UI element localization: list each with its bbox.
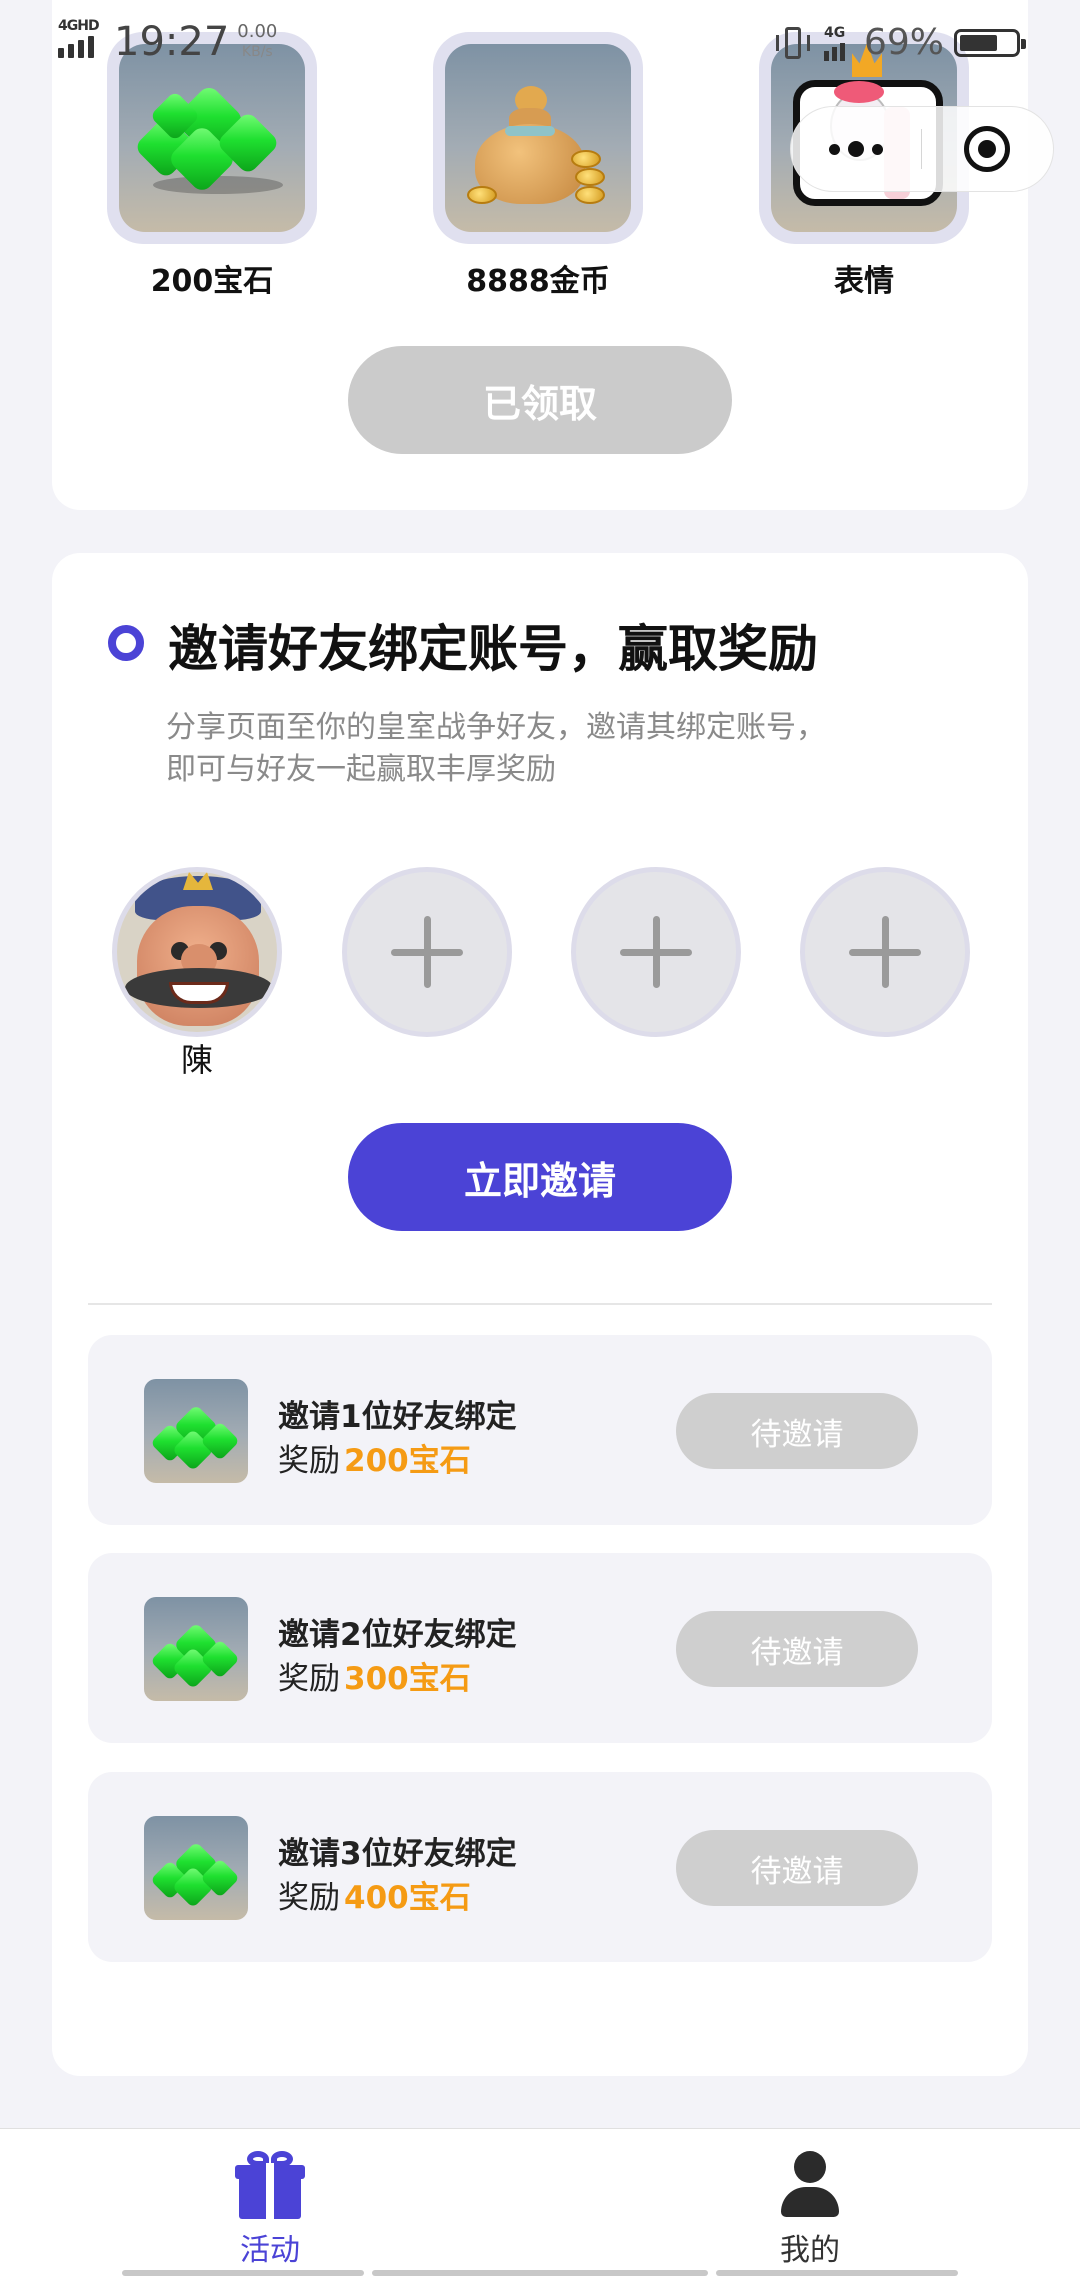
pending-invite-button[interactable]: 待邀请 [676,1611,918,1687]
reward-tier: 邀请2位好友绑定 奖励 300宝石 待邀请 [88,1553,992,1743]
tier-reward: 奖励 400宝石 [278,1872,471,1917]
invite-description-line: 分享页面至你的皇室战争好友，邀请其绑定账号， [166,710,826,745]
tab-label: 我的 [780,2233,840,2268]
tier-reward-amount: 200宝石 [344,1443,471,1479]
add-friend-slot[interactable] [800,867,970,1037]
bottom-tab-bar: 活动 我的 [0,2128,1080,2280]
tier-title: 邀请1位好友绑定 [278,1399,517,1435]
tier-reward: 奖励 200宝石 [278,1435,471,1480]
reward-label: 表情 [834,264,894,299]
plus-icon [620,916,692,988]
invite-now-button[interactable]: 立即邀请 [348,1123,732,1231]
tier-reward-prefix: 奖励 [278,1443,340,1479]
invite-description-line: 即可与好友一起赢取丰厚奖励 [166,752,556,787]
more-options-button[interactable] [791,107,921,191]
mobile-data-icon: 4G [820,25,854,61]
speed-value: 0.00 [237,21,278,42]
vibrate-icon [775,25,810,61]
tab-mine[interactable]: 我的 [540,2129,1080,2280]
invite-card: 邀请好友绑定账号，赢取奖励 分享页面至你的皇室战争好友，邀请其绑定账号， 即可与… [52,553,1028,2076]
gift-icon [235,2151,305,2219]
battery-icon [954,28,1026,57]
gesture-indicator [716,2270,958,2276]
plus-icon [849,916,921,988]
gesture-indicator [122,2270,364,2276]
gems-icon [144,1597,248,1701]
network-type: 4GHD [58,18,100,34]
claimed-button[interactable]: 已领取 [348,346,732,454]
tier-reward-amount: 300宝石 [344,1661,471,1697]
bullet-ring-icon [108,625,144,661]
reward-label: 200宝石 [150,264,274,299]
gesture-indicator [372,2270,708,2276]
divider [88,1303,992,1305]
tab-label: 活动 [240,2233,300,2268]
mini-program-capsule [790,106,1054,192]
reward-tier: 邀请3位好友绑定 奖励 400宝石 待邀请 [88,1772,992,1962]
tier-reward: 奖励 300宝石 [278,1653,471,1698]
friend-avatar[interactable] [112,867,282,1037]
invite-description: 分享页面至你的皇室战争好友，邀请其绑定账号， 即可与好友一起赢取丰厚奖励 [166,707,926,791]
gems-icon [144,1379,248,1483]
gems-icon [144,1816,248,1920]
more-dot [829,143,840,155]
reward-tier: 邀请1位好友绑定 奖励 200宝石 待邀请 [88,1335,992,1525]
pending-invite-button[interactable]: 待邀请 [676,1830,918,1906]
signal-icon: 4GHD [58,18,104,58]
tier-title: 邀请2位好友绑定 [278,1617,517,1653]
mobile-data-label: 4G [823,24,846,41]
friend-name: 陳 [180,1041,213,1079]
close-circle-icon [964,126,1010,172]
more-dot [872,143,883,155]
reward-label: 8888金币 [466,264,610,299]
add-friend-slot[interactable] [571,867,741,1037]
tab-activity[interactable]: 活动 [0,2129,540,2280]
tier-reward-prefix: 奖励 [278,1661,340,1697]
tier-reward-amount: 400宝石 [344,1880,471,1916]
network-speed: 0.00 KB/s [237,18,277,62]
speed-unit: KB/s [241,44,273,60]
battery-percent: 69% [863,22,944,63]
user-icon [775,2151,845,2219]
tier-title: 邀请3位好友绑定 [278,1836,517,1872]
clock: 19:27 [114,19,230,65]
close-mini-program-button[interactable] [922,107,1052,191]
pending-invite-button[interactable]: 待邀请 [676,1393,918,1469]
battery-fill [960,34,998,51]
status-bar: 4GHD 19:27 0.00 KB/s 4G 69% [0,0,1080,80]
tier-reward-prefix: 奖励 [278,1880,340,1916]
add-friend-slot[interactable] [342,867,512,1037]
plus-icon [391,916,463,988]
invite-title: 邀请好友绑定账号，赢取奖励 [168,620,818,678]
more-dot [848,141,864,157]
